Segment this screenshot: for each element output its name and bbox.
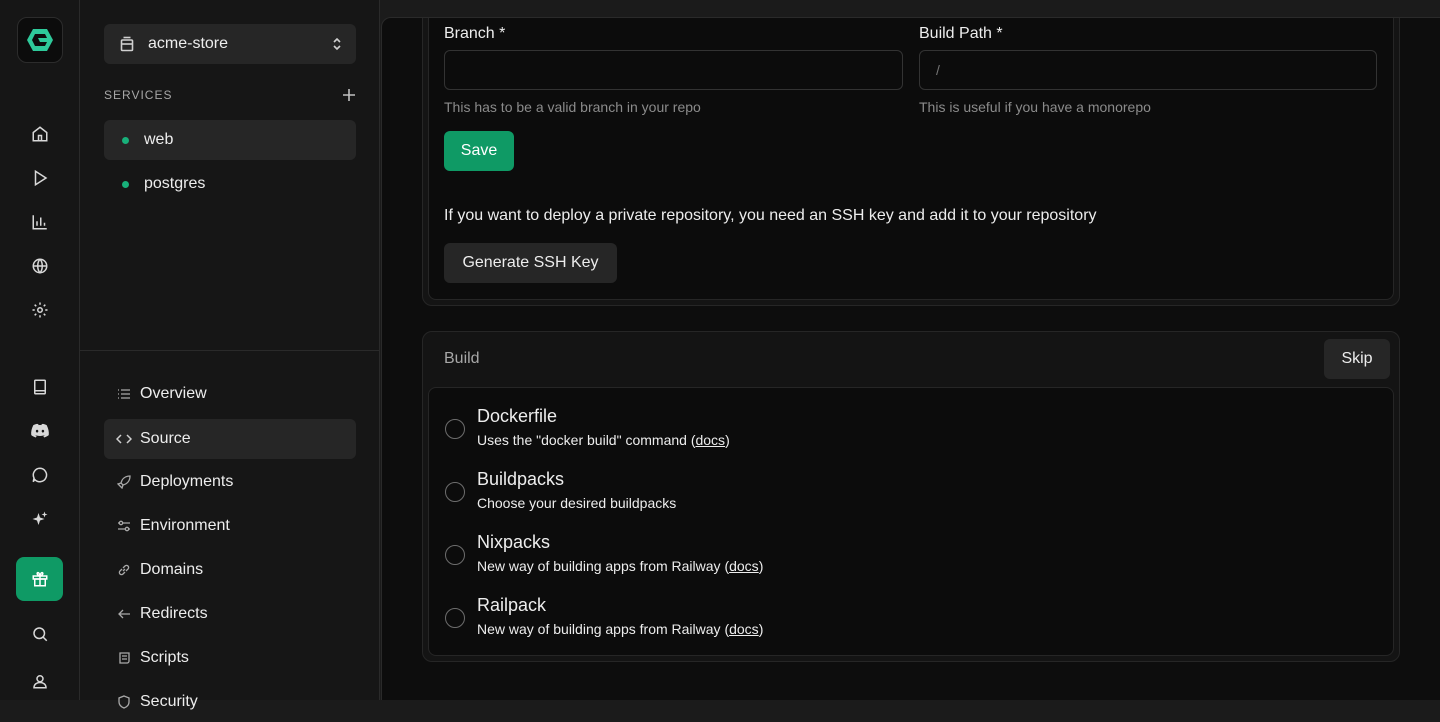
ssh-info-text: If you want to deploy a private reposito… bbox=[444, 207, 1097, 224]
radio-button[interactable] bbox=[445, 419, 465, 439]
project-selector[interactable]: acme-store bbox=[104, 24, 356, 64]
search-icon[interactable] bbox=[24, 618, 56, 650]
save-button[interactable]: Save bbox=[444, 131, 514, 171]
logo-icon bbox=[27, 29, 53, 51]
discord-icon[interactable] bbox=[24, 415, 56, 447]
icon-rail bbox=[0, 0, 80, 700]
option-title: Dockerfile bbox=[477, 406, 558, 426]
nav-label: Overview bbox=[140, 385, 207, 402]
rocket-icon bbox=[116, 474, 132, 490]
book-icon[interactable] bbox=[24, 371, 56, 403]
build-option-railpack[interactable]: Railpack New way of building apps from R… bbox=[445, 595, 1345, 645]
docs-link[interactable]: docs bbox=[729, 558, 759, 574]
branch-input[interactable] bbox=[444, 50, 903, 90]
service-label: postgres bbox=[144, 175, 206, 192]
nav-label: Scripts bbox=[140, 649, 189, 666]
nav-item-environment[interactable]: Environment bbox=[104, 506, 356, 546]
service-item-web[interactable]: web bbox=[104, 120, 356, 160]
service-item-postgres[interactable]: postgres bbox=[104, 164, 356, 204]
home-icon[interactable] bbox=[24, 118, 56, 150]
scroll-icon bbox=[116, 650, 132, 666]
branch-hint: This has to be a valid branch in your re… bbox=[444, 99, 701, 115]
nav-item-deployments[interactable]: Deployments bbox=[104, 462, 356, 502]
shield-icon bbox=[116, 694, 132, 710]
nav-label: Domains bbox=[140, 561, 204, 578]
status-dot bbox=[122, 136, 129, 144]
database-icon bbox=[120, 36, 134, 52]
list-icon bbox=[116, 386, 132, 402]
user-icon[interactable] bbox=[24, 665, 56, 697]
app-logo[interactable] bbox=[17, 17, 63, 63]
service-label: web bbox=[144, 131, 174, 148]
nav-item-source[interactable]: Source bbox=[104, 419, 356, 459]
project-name: acme-store bbox=[148, 35, 229, 52]
build-option-buildpacks[interactable]: Buildpacks Choose your desired buildpack… bbox=[445, 469, 1345, 519]
radio-button[interactable] bbox=[445, 608, 465, 628]
option-description: New way of building apps from Railway (d… bbox=[477, 558, 764, 574]
sidebar-divider bbox=[80, 350, 380, 351]
chat-icon[interactable] bbox=[24, 459, 56, 491]
build-path-hint: This is useful if you have a monorepo bbox=[919, 99, 1151, 115]
services-header: SERVICES bbox=[104, 88, 356, 102]
nav-label: Redirects bbox=[140, 605, 208, 622]
add-service-icon[interactable] bbox=[342, 88, 356, 102]
gift-icon bbox=[32, 571, 47, 587]
nav-label: Security bbox=[140, 693, 198, 710]
nav-item-redirects[interactable]: Redirects bbox=[104, 594, 356, 634]
branch-label: Branch * bbox=[444, 25, 506, 42]
docs-link[interactable]: docs bbox=[695, 432, 725, 448]
skip-button[interactable]: Skip bbox=[1324, 339, 1390, 379]
sparkles-icon[interactable] bbox=[24, 503, 56, 535]
build-options: Dockerfile Uses the "docker build" comma… bbox=[428, 387, 1394, 656]
option-title: Buildpacks bbox=[477, 469, 565, 489]
code-icon bbox=[116, 431, 132, 447]
nav-label: Source bbox=[140, 430, 191, 447]
sidebar: acme-store SERVICES web postgres Overvie… bbox=[80, 0, 380, 710]
docs-link[interactable]: docs bbox=[729, 621, 759, 637]
nav-item-overview[interactable]: Overview bbox=[104, 374, 356, 414]
radio-button[interactable] bbox=[445, 482, 465, 502]
chevron-updown-icon bbox=[333, 37, 341, 51]
build-option-nixpacks[interactable]: Nixpacks New way of building apps from R… bbox=[445, 532, 1345, 582]
generate-ssh-key-button[interactable]: Generate SSH Key bbox=[444, 243, 617, 283]
option-description: New way of building apps from Railway (d… bbox=[477, 621, 764, 637]
option-description: Uses the "docker build" command (docs) bbox=[477, 432, 730, 448]
radio-button[interactable] bbox=[445, 545, 465, 565]
nav-label: Deployments bbox=[140, 473, 234, 490]
nav-label: Environment bbox=[140, 517, 230, 534]
build-card: Build Skip Dockerfile Uses the "docker b… bbox=[422, 331, 1400, 662]
status-dot bbox=[122, 180, 129, 188]
services-heading: SERVICES bbox=[104, 88, 173, 102]
build-path-label: Build Path * bbox=[919, 25, 1003, 42]
option-title: Railpack bbox=[477, 595, 547, 615]
link-icon bbox=[116, 562, 132, 578]
globe-icon[interactable] bbox=[24, 250, 56, 282]
build-option-dockerfile[interactable]: Dockerfile Uses the "docker build" comma… bbox=[445, 406, 1345, 456]
nav-item-security[interactable]: Security bbox=[104, 682, 356, 722]
chart-icon[interactable] bbox=[24, 206, 56, 238]
nav-item-domains[interactable]: Domains bbox=[104, 550, 356, 590]
nav-item-scripts[interactable]: Scripts bbox=[104, 638, 356, 678]
build-title: Build bbox=[444, 350, 480, 367]
gear-icon[interactable] bbox=[24, 294, 56, 326]
option-title: Nixpacks bbox=[477, 532, 551, 552]
sliders-icon bbox=[116, 518, 132, 534]
build-path-input[interactable] bbox=[919, 50, 1377, 90]
arrow-left-icon bbox=[116, 606, 132, 622]
main-panel: Branch * This has to be a valid branch i… bbox=[381, 17, 1440, 700]
play-icon[interactable] bbox=[24, 162, 56, 194]
option-description: Choose your desired buildpacks bbox=[477, 495, 677, 511]
gift-button[interactable] bbox=[16, 557, 63, 601]
